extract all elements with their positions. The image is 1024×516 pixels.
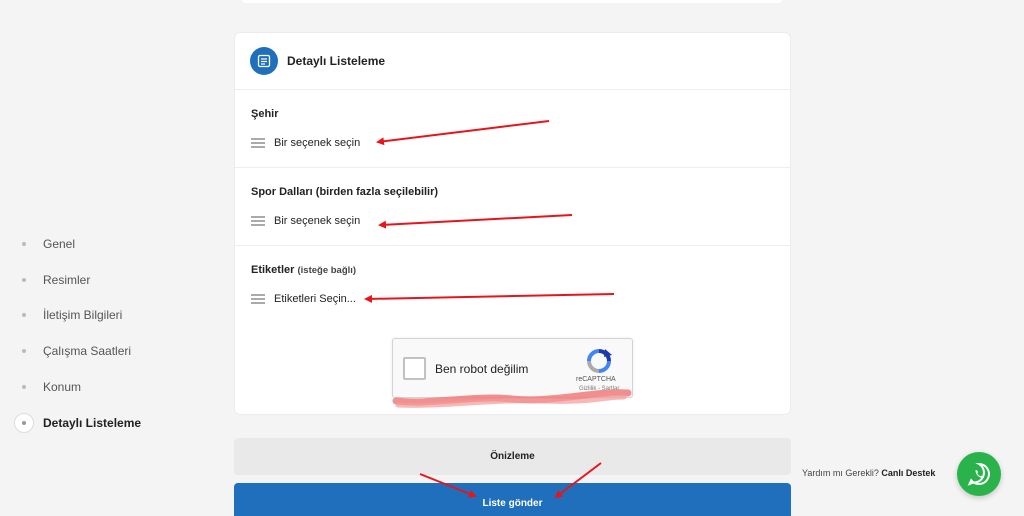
bullet-icon — [22, 241, 26, 246]
recaptcha-label: Ben robot değilim — [435, 362, 529, 376]
recaptcha-brand: reCAPTCHA — [576, 376, 616, 383]
sports-label: Spor Dalları (birden fazla seçilebilir) — [251, 186, 439, 198]
submit-listing-button[interactable]: Liste gönder — [234, 483, 791, 516]
nav-item-konum[interactable]: Konum — [14, 369, 214, 405]
city-field: Şehir Bir seçenek seçin — [235, 90, 790, 168]
preview-button[interactable]: Önizleme — [234, 438, 791, 475]
whatsapp-button[interactable] — [957, 452, 1001, 496]
section-nav: Genel Resimler İletişim Bilgileri Çalışm… — [14, 226, 214, 441]
bullet-icon — [22, 277, 26, 282]
drag-handle-icon — [251, 214, 265, 229]
nav-item-resimler[interactable]: Resimler — [14, 262, 214, 298]
drag-handle-icon — [251, 136, 265, 151]
recaptcha-checkbox[interactable] — [403, 357, 426, 380]
previous-card-edge — [242, 0, 782, 3]
live-support-link[interactable]: Canlı Destek — [881, 468, 935, 478]
nav-label: Detaylı Listeleme — [43, 415, 142, 430]
optional-hint: (isteğe bağlı) — [297, 265, 357, 276]
city-select[interactable]: Bir seçenek seçin — [251, 135, 360, 151]
nav-label: İletişim Bilgileri — [43, 308, 123, 323]
city-label: Şehir — [251, 108, 279, 120]
bullet-icon — [22, 349, 26, 354]
nav-item-detayli-listeleme[interactable]: Detaylı Listeleme — [14, 405, 214, 441]
card-title: Detaylı Listeleme — [287, 54, 386, 68]
support-question: Yardım mı Gerekli? — [802, 468, 879, 478]
bullet-icon — [22, 385, 26, 390]
tags-field: Etiketler (isteğe bağlı) Etiketleri Seçi… — [235, 246, 790, 323]
list-icon — [250, 47, 278, 75]
nav-label: Genel — [43, 236, 76, 251]
tags-label: Etiketler (isteğe bağlı) — [251, 264, 357, 276]
redaction-scribble — [392, 389, 632, 408]
nav-item-genel[interactable]: Genel — [14, 226, 214, 262]
nav-label: Konum — [43, 380, 82, 395]
drag-handle-icon — [251, 292, 265, 307]
sports-select[interactable]: Bir seçenek seçin — [251, 213, 360, 229]
nav-label: Çalışma Saatleri — [43, 344, 132, 359]
card-header: Detaylı Listeleme — [235, 33, 790, 90]
tags-select-placeholder: Etiketleri Seçin... — [274, 293, 356, 305]
nav-label: Resimler — [43, 272, 91, 287]
city-select-placeholder: Bir seçenek seçin — [274, 137, 361, 149]
bullet-icon — [22, 313, 26, 318]
nav-item-calisma-saatleri[interactable]: Çalışma Saatleri — [14, 333, 214, 369]
tags-select[interactable]: Etiketleri Seçin... — [251, 291, 356, 307]
sports-field: Spor Dalları (birden fazla seçilebilir) … — [235, 168, 790, 246]
sports-select-placeholder: Bir seçenek seçin — [274, 215, 361, 227]
support-prompt[interactable]: Yardım mı Gerekli? Canlı Destek — [802, 468, 935, 478]
nav-item-iletisim-bilgileri[interactable]: İletişim Bilgileri — [14, 298, 214, 334]
recaptcha-logo-icon — [587, 349, 612, 373]
whatsapp-icon — [967, 462, 990, 486]
bullet-icon — [22, 420, 26, 425]
